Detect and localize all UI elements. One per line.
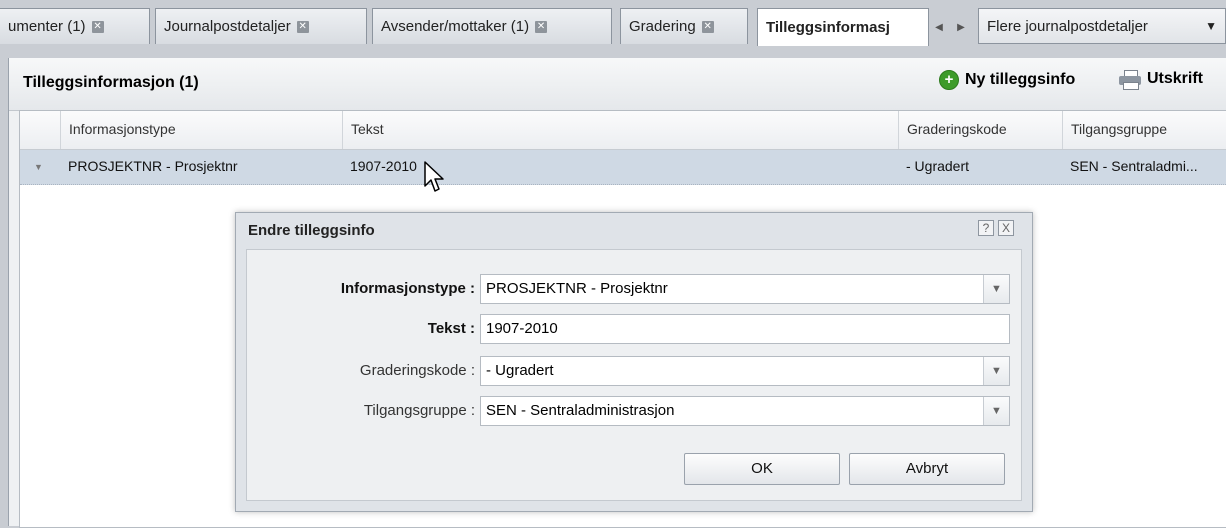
panel-header: Tilleggsinformasjon (1) + Ny tilleggsinf… xyxy=(9,58,1226,111)
form-row-graderingskode: Graderingskode : - Ugradert ▼ xyxy=(247,356,1021,386)
tekst-label: Tekst : xyxy=(427,320,475,337)
tilgangsgruppe-select[interactable]: SEN - Sentraladministrasjon ▼ xyxy=(480,396,1010,426)
close-icon[interactable]: ✕ xyxy=(535,20,548,33)
new-info-button[interactable]: + Ny tilleggsinfo xyxy=(939,70,1075,90)
close-icon[interactable]: ✕ xyxy=(701,20,714,33)
graderingskode-select[interactable]: - Ugradert ▼ xyxy=(480,356,1010,386)
tab-tilleggsinformasjon[interactable]: Tilleggsinformasj xyxy=(757,8,929,46)
tilgangsgruppe-value: SEN - Sentraladministrasjon xyxy=(486,402,675,419)
panel-title: Tilleggsinformasjon (1) xyxy=(23,74,199,91)
cancel-button[interactable]: Avbryt xyxy=(849,453,1005,485)
form-row-tilgangsgruppe: Tilgangsgruppe : SEN - Sentraladministra… xyxy=(247,396,1021,426)
dialog-form: Informasjonstype : PROSJEKTNR - Prosjekt… xyxy=(246,249,1022,501)
help-icon[interactable]: ? xyxy=(978,220,994,236)
tilgangsgruppe-label: Tilgangsgruppe : xyxy=(363,402,475,419)
print-label: Utskrift xyxy=(1147,70,1204,87)
form-row-tekst: Tekst : 1907-2010 xyxy=(247,314,1021,344)
tab-label: Journalpostdetaljer xyxy=(164,18,291,35)
tab-scroll-right-icon[interactable]: ▶ xyxy=(952,14,970,40)
close-icon[interactable]: ✕ xyxy=(91,20,104,33)
mouse-cursor-icon xyxy=(424,161,444,192)
edit-info-dialog: Endre tilleggsinfo ? X Informasjonstype … xyxy=(235,212,1033,512)
informasjonstype-select[interactable]: PROSJEKTNR - Prosjektnr ▼ xyxy=(480,274,1010,304)
chevron-down-icon[interactable]: ▼ xyxy=(983,275,1009,303)
tab-bar: umenter (1) ✕ Journalpostdetaljer ✕ Avse… xyxy=(0,0,1226,60)
tab-label: Gradering xyxy=(629,18,696,35)
print-button[interactable]: Utskrift xyxy=(1119,70,1204,90)
tab-scroll-left-icon[interactable]: ◀ xyxy=(930,14,948,40)
close-icon[interactable]: X xyxy=(998,220,1014,236)
more-details-dropdown[interactable]: Flere journalpostdetaljer ▼ xyxy=(978,8,1226,44)
chevron-down-icon[interactable]: ▼ xyxy=(983,357,1009,385)
column-header-tilgangsgruppe[interactable]: Tilgangsgruppe xyxy=(1062,111,1226,149)
plus-icon: + xyxy=(939,70,959,90)
close-icon[interactable]: ✕ xyxy=(296,20,309,33)
column-header-informasjonstype[interactable]: Informasjonstype xyxy=(60,111,342,149)
chevron-down-icon: ▼ xyxy=(1205,19,1217,33)
graderingskode-label: Graderingskode : xyxy=(359,362,475,379)
column-header-graderingskode[interactable]: Graderingskode xyxy=(898,111,1062,149)
grid-header: Informasjonstype Tekst Graderingskode Ti… xyxy=(20,111,1226,150)
tab-dokumenter[interactable]: umenter (1) ✕ xyxy=(0,8,150,44)
tekst-value: 1907-2010 xyxy=(486,320,558,337)
tab-journalpostdetaljer[interactable]: Journalpostdetaljer ✕ xyxy=(155,8,367,44)
table-row[interactable]: ▼ PROSJEKTNR - Prosjektnr 1907-2010 - Ug… xyxy=(20,150,1226,185)
tab-label: Tilleggsinformasj xyxy=(766,19,890,36)
form-row-informasjonstype: Informasjonstype : PROSJEKTNR - Prosjekt… xyxy=(247,274,1021,304)
dialog-title: Endre tilleggsinfo xyxy=(248,222,375,239)
tab-label: umenter (1) xyxy=(8,18,86,35)
tab-avsender-mottaker[interactable]: Avsender/mottaker (1) ✕ xyxy=(372,8,612,44)
cell-informasjonstype: PROSJEKTNR - Prosjektnr xyxy=(68,158,238,174)
tekst-input[interactable]: 1907-2010 xyxy=(480,314,1010,344)
printer-icon xyxy=(1119,70,1141,90)
new-info-label: Ny tilleggsinfo xyxy=(965,71,1076,88)
tab-gradering[interactable]: Gradering ✕ xyxy=(620,8,748,44)
expand-arrow-icon[interactable]: ▼ xyxy=(34,162,43,172)
column-header-tekst[interactable]: Tekst xyxy=(342,111,898,149)
ok-button[interactable]: OK xyxy=(684,453,840,485)
cell-tilgangsgruppe: SEN - Sentraladmi... xyxy=(1070,158,1198,174)
tab-label: Avsender/mottaker (1) xyxy=(381,18,530,35)
cell-graderingskode: - Ugradert xyxy=(906,158,970,174)
informasjonstype-label: Informasjonstype : xyxy=(340,280,475,297)
informasjonstype-value: PROSJEKTNR - Prosjektnr xyxy=(486,280,668,297)
dropdown-label: Flere journalpostdetaljer xyxy=(987,17,1148,35)
graderingskode-value: - Ugradert xyxy=(486,362,554,379)
chevron-down-icon[interactable]: ▼ xyxy=(983,397,1009,425)
